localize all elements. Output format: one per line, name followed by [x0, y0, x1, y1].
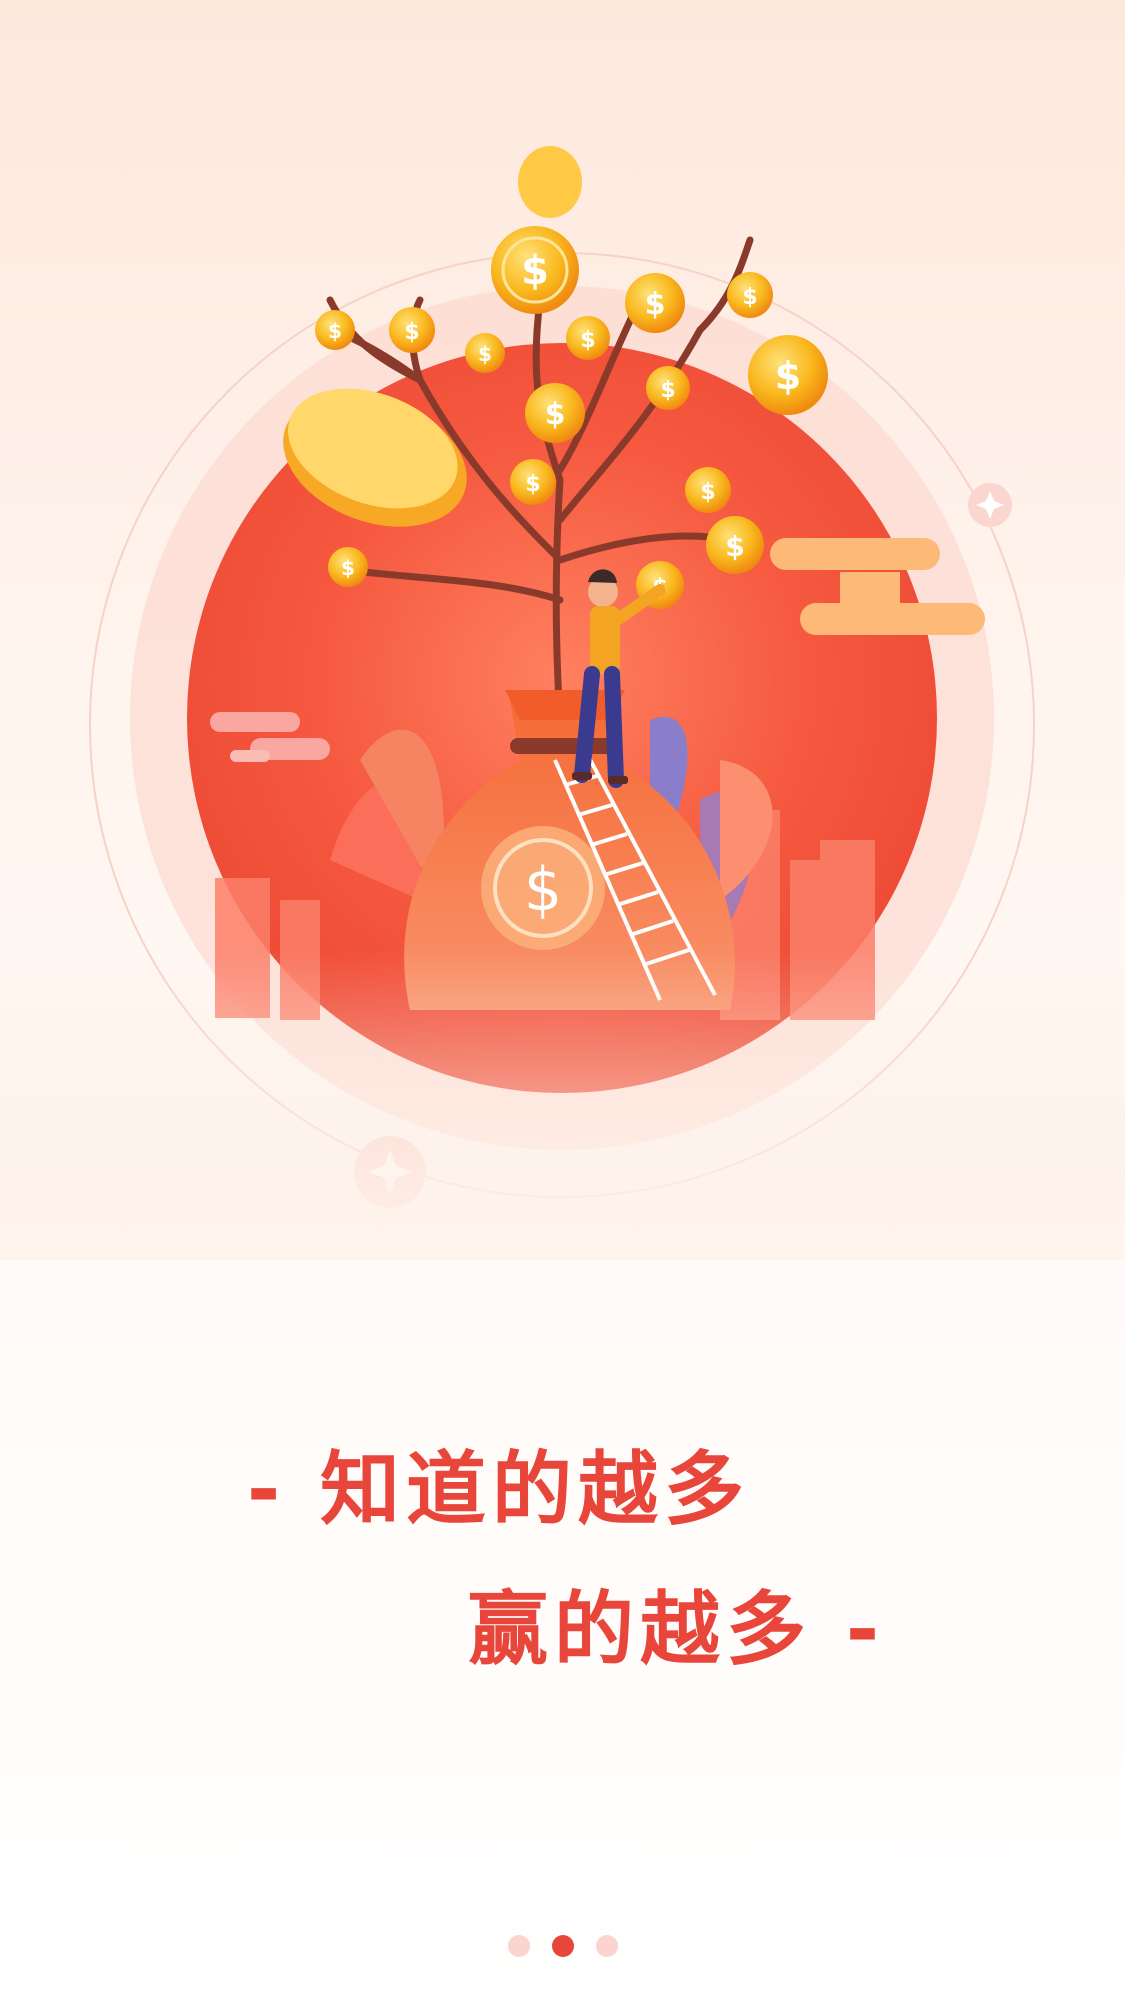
svg-text:$: $ [521, 248, 549, 294]
money-tree-illustration: $ $ $ $ $ $ $ $ $ $ $ $ $ $ $ $ [0, 146, 1125, 1260]
sparkle-icon [968, 483, 1012, 527]
svg-text:$: $ [478, 342, 492, 366]
page-dot-3[interactable] [595, 1935, 618, 1957]
hero-illustration: $ $ $ $ $ $ $ $ $ $ $ $ $ $ $ $ [0, 0, 1125, 1260]
svg-text:$: $ [700, 480, 715, 505]
bottom-fade [0, 950, 1125, 1260]
svg-text:$: $ [545, 397, 566, 432]
page-dot-2-active[interactable] [551, 1935, 574, 1957]
slogan-line-2: 赢的越多 - [468, 1583, 886, 1676]
svg-text:$: $ [580, 328, 595, 353]
slogan-line-1: - 知道的越多 [247, 1443, 751, 1536]
svg-text:$: $ [645, 287, 666, 322]
page-indicator [0, 1935, 1125, 1957]
svg-text:$: $ [725, 530, 744, 563]
svg-text:$: $ [742, 285, 757, 310]
svg-text:$: $ [341, 556, 355, 580]
svg-text:$: $ [660, 378, 675, 403]
svg-text:$: $ [525, 472, 540, 497]
svg-text:$: $ [328, 319, 342, 343]
svg-text:$: $ [524, 855, 562, 925]
page-dot-1[interactable] [507, 1935, 530, 1957]
svg-text:$: $ [775, 354, 801, 398]
svg-text:$: $ [404, 320, 419, 345]
